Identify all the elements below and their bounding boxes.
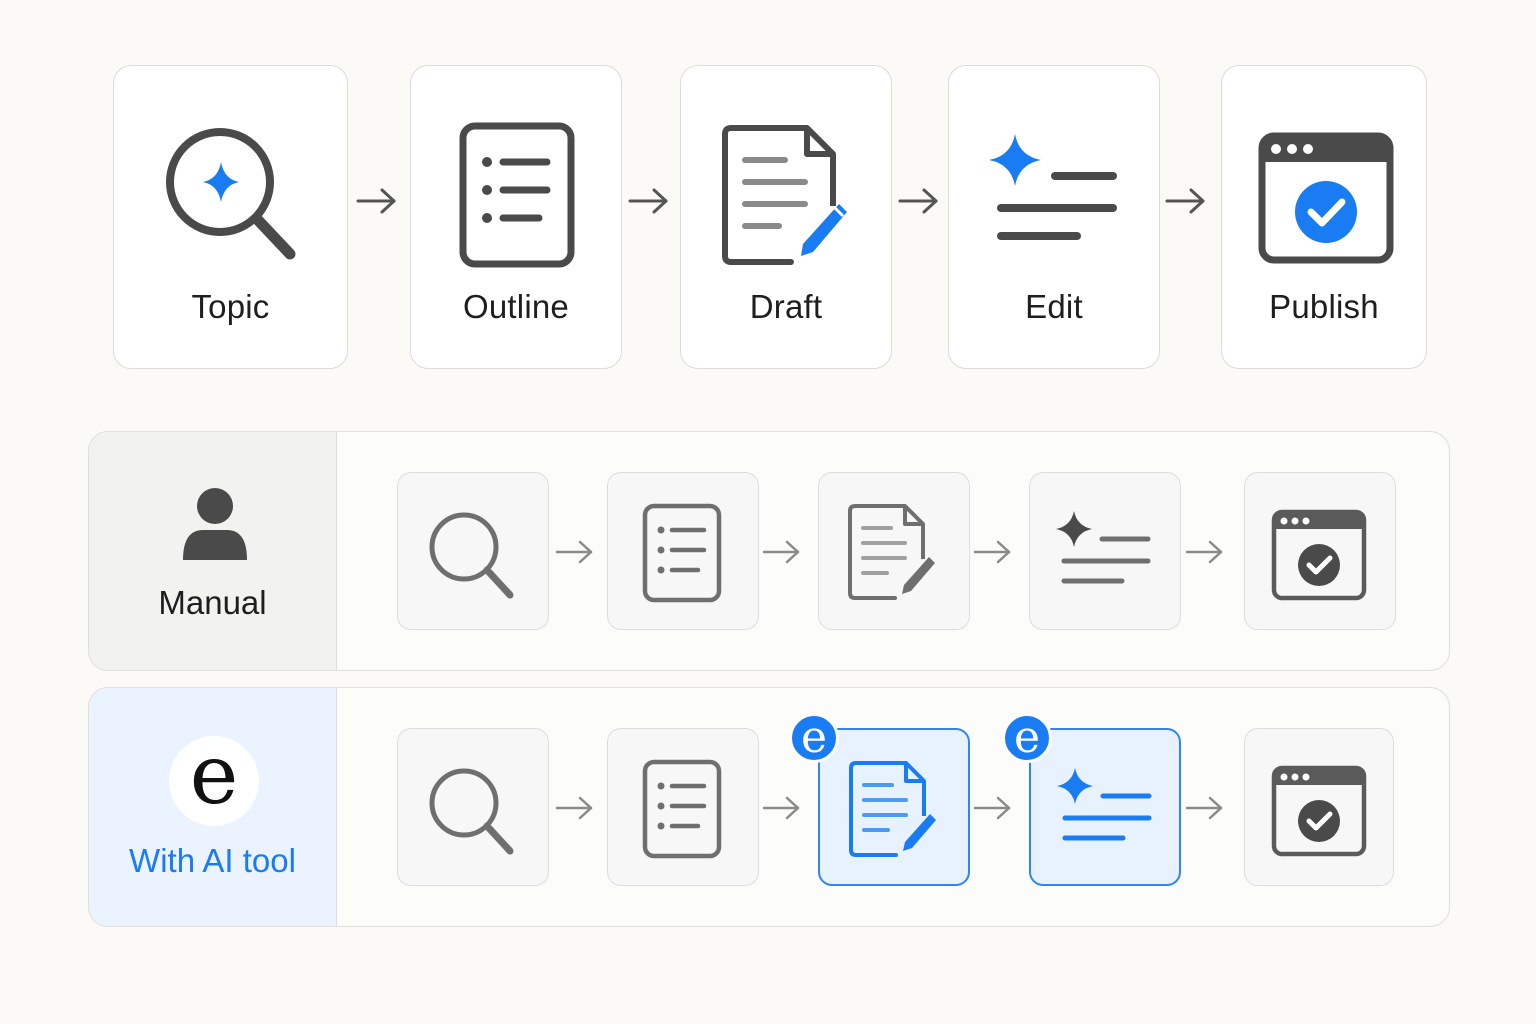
- ai-row: e With AI tool e e: [88, 687, 1450, 927]
- arrow-right-icon: [555, 796, 593, 820]
- sparkle-lines-icon: [1056, 511, 1151, 584]
- manual-step-publish: [1244, 472, 1396, 630]
- ai-row-header: e With AI tool: [89, 688, 337, 926]
- document-pencil-icon: [722, 125, 847, 265]
- step-label: Topic: [191, 288, 270, 325]
- ai-step-edit: [1029, 728, 1181, 886]
- browser-check-icon: [1271, 509, 1367, 601]
- arrow-right-icon: [973, 540, 1011, 564]
- step-label: Outline: [463, 288, 569, 325]
- step-card-outline: Outline: [410, 65, 622, 369]
- browser-check-icon: [1271, 765, 1367, 857]
- step-card-draft: Draft: [680, 65, 892, 369]
- person-icon: [183, 488, 247, 560]
- step-card-topic: Topic: [113, 65, 348, 369]
- list-document-icon: [459, 122, 575, 268]
- ai-step-outline: [607, 728, 759, 886]
- manual-step-outline: [607, 472, 759, 630]
- arrow-right-icon: [762, 540, 800, 564]
- arrow-right-icon: [555, 540, 593, 564]
- step-card-edit: Edit: [948, 65, 1160, 369]
- search-icon: [429, 512, 514, 599]
- ai-step-topic: [397, 728, 549, 886]
- sparkle-lines-icon: [1057, 768, 1152, 841]
- arrow-right-icon: [762, 796, 800, 820]
- logo-e-icon: e: [169, 735, 259, 826]
- arrow-right-icon: [628, 188, 668, 214]
- ai-step-publish: [1244, 728, 1394, 886]
- search-sparkle-icon: [166, 128, 296, 260]
- ai-badge-icon: e: [1002, 713, 1052, 763]
- row-label-manual: Manual: [158, 584, 267, 621]
- step-label: Draft: [749, 288, 823, 325]
- document-pencil-icon: [848, 504, 935, 600]
- arrow-right-icon: [1165, 188, 1205, 214]
- row-label-ai: With AI tool: [129, 842, 296, 879]
- ai-step-draft: [818, 728, 970, 886]
- manual-row-header: Manual: [89, 432, 337, 670]
- arrow-right-icon: [973, 796, 1011, 820]
- list-document-icon: [642, 503, 722, 603]
- step-label: Edit: [1025, 288, 1083, 325]
- manual-step-topic: [397, 472, 549, 630]
- arrow-right-icon: [1185, 796, 1223, 820]
- manual-step-edit: [1029, 472, 1181, 630]
- document-pencil-icon: [849, 761, 936, 857]
- step-card-publish: Publish: [1221, 65, 1427, 369]
- manual-row: Manual: [88, 431, 1450, 671]
- step-label: Publish: [1269, 288, 1379, 325]
- browser-check-icon: [1258, 132, 1394, 264]
- sparkle-lines-icon: [989, 134, 1117, 240]
- ai-badge-icon: e: [789, 713, 839, 763]
- list-document-icon: [642, 759, 722, 859]
- arrow-right-icon: [356, 188, 396, 214]
- search-icon: [429, 768, 514, 855]
- arrow-right-icon: [898, 188, 938, 214]
- manual-step-draft: [818, 472, 970, 630]
- logo-letter: e: [189, 728, 239, 823]
- arrow-right-icon: [1185, 540, 1223, 564]
